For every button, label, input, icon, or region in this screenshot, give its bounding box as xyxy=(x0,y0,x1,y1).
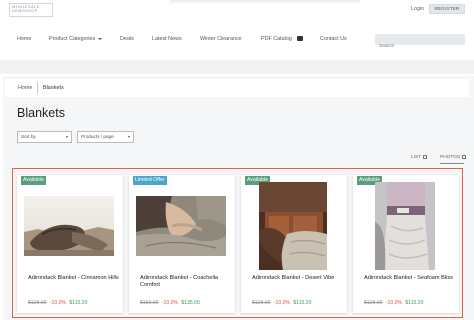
sort-select[interactable]: Sort by xyxy=(17,131,72,143)
active-view-underline xyxy=(440,163,464,164)
product-image[interactable] xyxy=(259,182,327,270)
nav-latest-news[interactable]: Latest News xyxy=(152,36,182,42)
login-link[interactable]: Login xyxy=(411,6,424,12)
discount: -10.0% xyxy=(49,300,66,306)
discount: -10.0% xyxy=(273,300,290,306)
nav-home[interactable]: Home xyxy=(17,36,31,42)
product-image[interactable] xyxy=(24,196,114,256)
chevron-down-icon xyxy=(66,136,68,138)
product-price: $128.00 -10.0% $115.20 xyxy=(364,300,423,306)
old-price: $150.00 xyxy=(140,300,159,306)
search-input[interactable] xyxy=(375,41,459,52)
product-title[interactable]: Adirondack Blanket - Seafoam Bliss xyxy=(364,275,458,282)
logo[interactable]: WHOLESALE DEMOSHOP xyxy=(9,3,53,17)
view-photos-tab[interactable]: PHOTOS xyxy=(440,155,466,160)
discount: -10.0% xyxy=(161,300,178,306)
breadcrumb: Home Blankets xyxy=(5,79,469,97)
nav-winter-clearance[interactable]: Winter Clearance xyxy=(200,36,242,42)
per-page-select-label: Products / page xyxy=(81,134,114,139)
product-card[interactable]: Available Adirondack Blanket - Desert Vi… xyxy=(241,175,347,313)
search-box xyxy=(375,34,465,52)
pdf-icon xyxy=(296,36,303,42)
product-card[interactable]: Available Adirondack Blanket - Cinnamon … xyxy=(17,175,123,313)
discount: -10.0% xyxy=(385,300,402,306)
product-price: $128.00 -10.0% $115.20 xyxy=(28,300,87,306)
nav-pdf-catalog-label: PDF Catalog xyxy=(261,36,292,42)
sort-select-label: Sort by xyxy=(21,134,36,139)
old-price: $128.00 xyxy=(252,300,271,306)
per-page-select[interactable]: Products / page xyxy=(77,131,134,143)
product-price: $150.00 -10.0% $135.00 xyxy=(140,300,200,306)
chevron-down-icon xyxy=(128,136,130,138)
product-card[interactable]: Limited Offer Adirondack Blanket - Coach… xyxy=(129,175,235,313)
new-price: $115.20 xyxy=(69,300,88,306)
view-list-tab[interactable]: LIST xyxy=(411,155,427,160)
new-price: $115.20 xyxy=(293,300,312,306)
product-card[interactable]: Available Adirondack Blanket - Seafoam B… xyxy=(353,175,459,313)
new-price: $135.00 xyxy=(181,300,200,306)
status-badge: Available xyxy=(21,176,46,185)
breadcrumb-home[interactable]: Home xyxy=(18,85,32,91)
page-title: Blankets xyxy=(17,106,65,120)
photos-icon xyxy=(462,155,466,159)
new-price: $115.20 xyxy=(405,300,424,306)
nav-contact-us[interactable]: Contact Us xyxy=(320,36,347,42)
status-badge: Limited Offer xyxy=(133,176,167,185)
header-band xyxy=(0,60,474,74)
nav-deals[interactable]: Deals xyxy=(120,36,134,42)
product-image[interactable] xyxy=(136,196,226,256)
product-title[interactable]: Adirondack Blanket - Coachella Comfort xyxy=(140,275,234,290)
product-title[interactable]: Adirondack Blanket - Cinnamon Hills xyxy=(28,275,122,282)
view-list-label: LIST xyxy=(411,155,422,161)
view-photos-label: PHOTOS xyxy=(440,155,461,161)
top-fade xyxy=(170,0,360,4)
logo-line2: DEMOSHOP xyxy=(12,9,38,14)
nav-pdf-catalog[interactable]: PDF Catalog xyxy=(261,36,303,42)
top-bar: WHOLESALE DEMOSHOP Login REGISTER xyxy=(0,0,474,22)
product-price: $128.00 -10.0% $115.20 xyxy=(252,300,311,306)
nav-product-categories[interactable]: Product Categories xyxy=(49,36,103,42)
breadcrumb-separator xyxy=(37,82,38,94)
register-button[interactable]: REGISTER xyxy=(429,4,465,14)
chevron-down-icon xyxy=(98,37,103,40)
old-price: $128.00 xyxy=(364,300,383,306)
list-icon xyxy=(423,155,427,159)
breadcrumb-current: Blankets xyxy=(43,85,64,91)
product-title[interactable]: Adirondack Blanket - Desert Vibe xyxy=(252,275,346,282)
old-price: $128.00 xyxy=(28,300,47,306)
nav-product-categories-label: Product Categories xyxy=(49,36,96,42)
product-image[interactable] xyxy=(375,182,435,270)
